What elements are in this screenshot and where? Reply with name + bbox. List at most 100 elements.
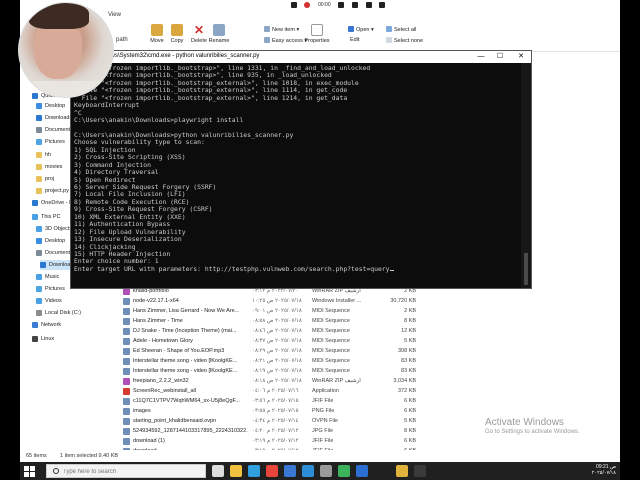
file-date: ٢٠٢٥/٠٧/١٨ ص ٠٨:١٩: [252, 368, 302, 374]
file-date: ٢٠٢٥/٠٧/١٨ ص ٠٨:٢١: [252, 358, 302, 364]
file-size: 5 KB: [404, 338, 416, 344]
file-explorer-icon[interactable]: [230, 465, 242, 477]
record-icon[interactable]: [304, 2, 311, 8]
file-date: ٢٠٢٥/٠٧/١٢ م ٠٤:٢٠: [252, 428, 299, 434]
console-output[interactable]: File "<frozen importlib._bootstrap>", li…: [74, 65, 520, 287]
sidebar-item[interactable]: proj: [36, 174, 54, 184]
minimize-icon[interactable]: —: [471, 51, 491, 63]
edge-icon[interactable]: [248, 465, 260, 477]
explorer-active-icon[interactable]: [396, 465, 408, 477]
settings-icon[interactable]: [320, 465, 332, 477]
file-icon: [123, 427, 130, 435]
start-button[interactable]: [22, 464, 36, 478]
table-row[interactable]: ScreenRec_webinstall_all ٢٠٢٥/٠٧/١٦ م ٠٤:…: [100, 386, 420, 396]
sidebar-item[interactable]: Pictures: [36, 284, 65, 294]
sidebar-item[interactable]: 3D Objects: [36, 224, 72, 234]
folder-icon: [36, 274, 42, 280]
mail-icon[interactable]: [356, 465, 368, 477]
mic-icon[interactable]: [351, 2, 358, 8]
table-row[interactable]: Hans Zimmer, Lisa Gerrard - Now We Are..…: [100, 306, 420, 316]
sidebar-item-label: Documents: [45, 250, 73, 256]
file-date: ٢٠٢٥/٠٧/١٨ ص ٠٨:٣٧: [252, 338, 302, 344]
file-name: node-v22.17.1-x64: [133, 298, 179, 304]
sidebar-item[interactable]: Pictures: [36, 137, 65, 147]
table-row[interactable]: Hans Zimmer - Time ٢٠٢٥/٠٧/١٨ ص ٠٨:٥٨ MIDI…: [100, 316, 420, 326]
cmd-titlebar[interactable]: C:\Windows\System32\cmd.exe - python val…: [71, 51, 531, 63]
file-icon: [123, 397, 130, 405]
search-icon: [53, 468, 59, 474]
file-name: 524934592_1287144103317895_2224310322...: [133, 428, 248, 434]
file-icon: [123, 327, 130, 335]
status-bar: 65 items 1 item selected 9.40 KB: [20, 450, 620, 462]
table-row[interactable]: Interstellar theme song - video [lKoolgK…: [100, 366, 420, 376]
console-line: 13) Insecure Deserialization: [74, 235, 182, 244]
table-row[interactable]: download (1) ٢٠٢٥/٠٧/١٢ م ٠٣:١٩ JFIF File 6…: [100, 436, 420, 446]
vscode-icon[interactable]: [302, 465, 314, 477]
file-type: MIDI Sequence: [312, 368, 350, 374]
sidebar-item[interactable]: Music: [36, 272, 59, 282]
table-row[interactable]: freepiano_2.2.2_win32 ٢٠٢٥/٠٧/١٨ ص ٠٨:١٨ W…: [100, 376, 420, 386]
windows-logo-icon: [24, 466, 29, 471]
table-row[interactable]: Interstellar theme song - video [lKoolgK…: [100, 356, 420, 366]
console-scrollbar[interactable]: [521, 63, 531, 288]
sidebar-item[interactable]: Downloads: [36, 113, 72, 123]
sidebar-item[interactable]: Documents: [36, 248, 73, 258]
file-size: 3,034 KB: [393, 378, 416, 384]
sidebar-item[interactable]: movies: [36, 162, 62, 172]
maximize-icon[interactable]: ☐: [490, 51, 510, 63]
recorder-toolbar: 00:00: [284, 0, 392, 10]
camera-icon[interactable]: [290, 2, 297, 8]
sidebar-item[interactable]: hh: [36, 150, 51, 160]
file-date: ٢٠٢٥/٠٧/١٨ ص ٠٨:١٨: [252, 378, 302, 384]
cmd-window[interactable]: C:\Windows\System32\cmd.exe - python val…: [70, 50, 532, 289]
close-icon[interactable]: ✕: [511, 51, 531, 63]
file-size: 5 KB: [404, 418, 416, 424]
sidebar-item[interactable]: Linux: [32, 334, 54, 344]
sidebar-item[interactable]: Videos: [36, 296, 62, 306]
table-row[interactable]: node-v22.17.1-x64 ٢٠٢٥/٠٧/١٨ ص ١٠:٢٥ Windo…: [100, 296, 420, 306]
folder-icon: [36, 176, 42, 182]
sidebar-item[interactable]: Local Disk (C:): [36, 308, 81, 318]
file-date: ٢٠٢٥/٠٧/١٥ م ٠٣:٥٦: [252, 398, 299, 404]
folder-icon: [40, 262, 46, 268]
table-row[interactable]: Ed Sheeran - Shape of You.EOP.mp3 ٢٠٢٥/٠٧…: [100, 346, 420, 356]
tab-view[interactable]: View: [108, 12, 121, 18]
pause-icon[interactable]: [338, 2, 345, 8]
folder-icon: [32, 322, 38, 328]
search-input[interactable]: [63, 466, 203, 477]
file-size: 8 KB: [404, 428, 416, 434]
table-row[interactable]: Adele - Hometown Glory ٢٠٢٥/٠٧/١٨ ص ٠٨:٣٧…: [100, 336, 420, 346]
taskbar: 09:21 ص ٢٠٢٥/٠٧/١٨: [20, 462, 620, 480]
file-size: 12 KB: [401, 328, 416, 334]
table-row[interactable]: images ٢٠٢٥/٠٧/١٥ م ٠٣:٥٥ PNG File 6 KB: [100, 406, 420, 416]
table-row[interactable]: DJ Snake - Time (Inception Theme) (mai..…: [100, 326, 420, 336]
sidebar-item-label: project.py: [45, 188, 69, 194]
console-line: C:\Users\anakin\Downloads>playwright ins…: [74, 116, 244, 125]
store-icon[interactable]: [284, 465, 296, 477]
chrome-icon[interactable]: [266, 465, 278, 477]
table-row[interactable]: c11Q7C1VTPV7WqhWM64_sx-U5j8eQgF... ٢٠٢٥/٠…: [100, 396, 420, 406]
taskbar-search[interactable]: [46, 464, 206, 478]
table-row[interactable]: 524934592_1287144103317895_2224310322...…: [100, 426, 420, 436]
file-name: download (1): [133, 438, 165, 444]
task-view-icon[interactable]: [212, 465, 224, 477]
clock[interactable]: 09:21 ص ٢٠٢٥/٠٧/١٨: [592, 464, 616, 476]
scrollbar-thumb[interactable]: [524, 253, 528, 285]
file-size: 83 KB: [401, 358, 416, 364]
pen-icon[interactable]: [365, 2, 372, 8]
sidebar-item[interactable]: Network: [32, 320, 61, 330]
terminal-active-icon[interactable]: [414, 465, 426, 477]
file-size: 8 KB: [404, 318, 416, 324]
close-recorder-icon[interactable]: [379, 2, 386, 8]
sidebar-item[interactable]: This PC: [32, 212, 61, 222]
folder-icon: [36, 226, 42, 232]
vpn-icon[interactable]: [338, 465, 350, 477]
sidebar-item[interactable]: Desktop: [36, 101, 65, 111]
file-icon: [123, 407, 130, 415]
sidebar-item[interactable]: project.py: [36, 186, 69, 196]
table-row[interactable]: starting_point_khalidbensaid.ovpn ٢٠٢٥/٠٧…: [100, 416, 420, 426]
sidebar-item[interactable]: Documents: [36, 125, 73, 135]
file-date: ٢٠٢٥/٠٧/١٨ ص ٠٨:٤٦: [252, 328, 302, 334]
file-type: JFIF File: [312, 438, 334, 444]
sidebar-item[interactable]: Desktop: [36, 236, 65, 246]
